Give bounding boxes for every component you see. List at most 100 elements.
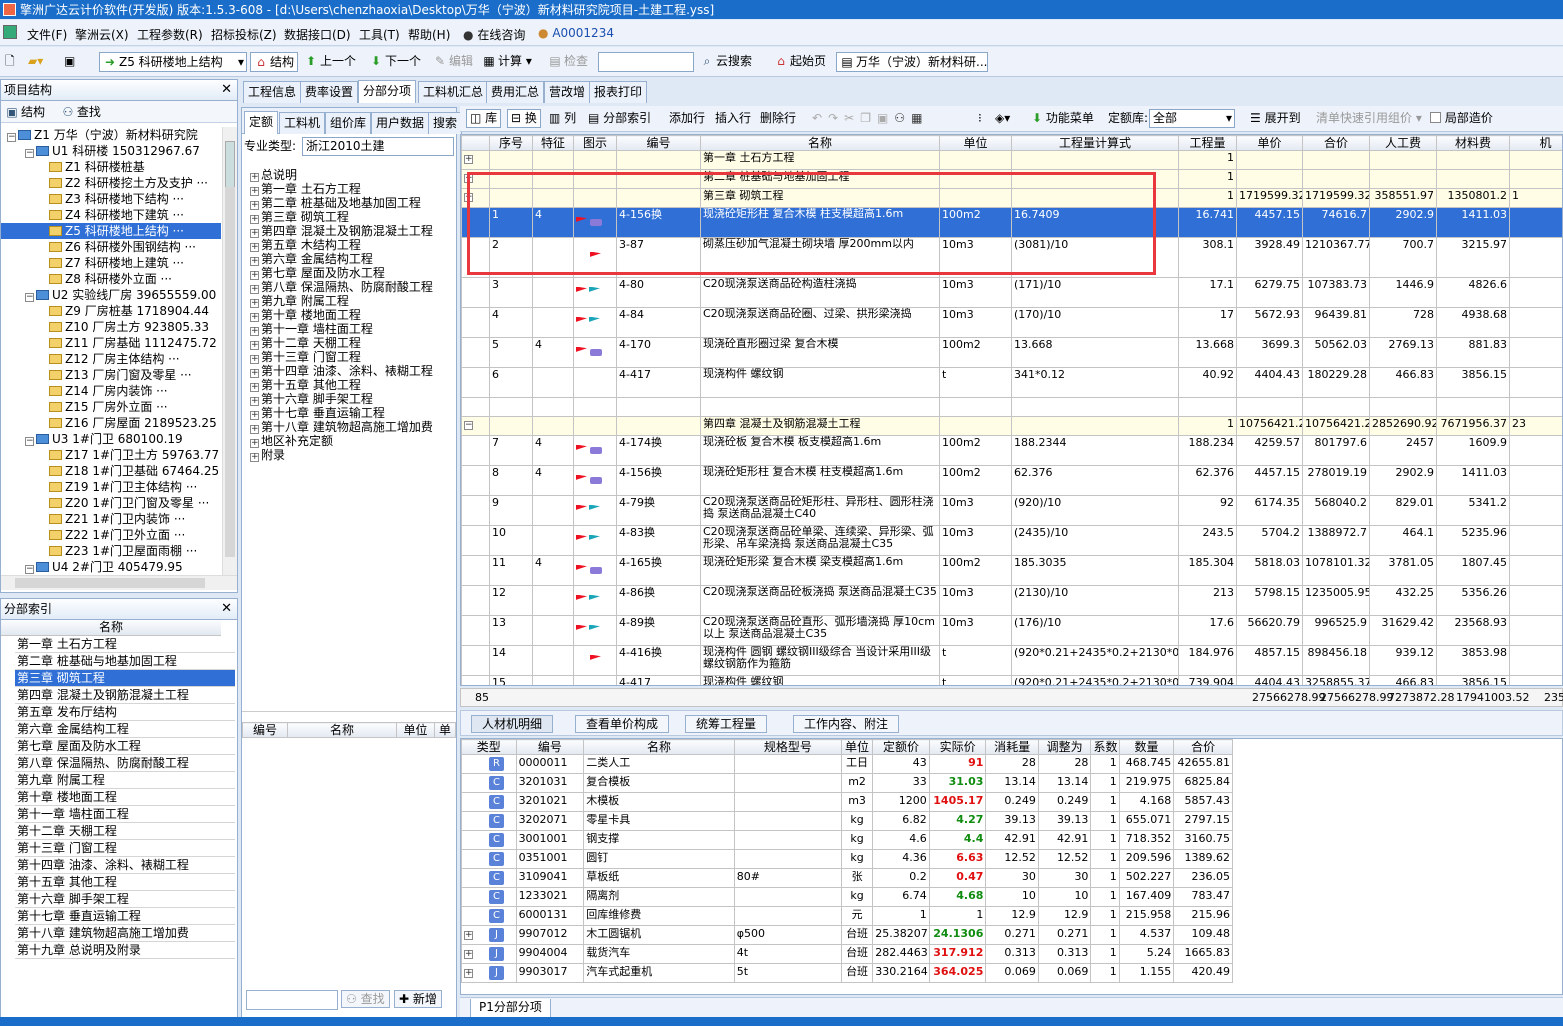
cell-type[interactable]: C xyxy=(461,887,517,907)
cell-code[interactable]: 3001001 xyxy=(515,830,585,850)
cell-qty[interactable]: 1 xyxy=(1178,150,1237,170)
tree-node[interactable]: Z20 1#门卫门窗及零星 ··· xyxy=(1,495,221,511)
cell-k[interactable]: 1 xyxy=(1090,887,1120,907)
cell-icon[interactable] xyxy=(573,495,617,526)
cell-mat[interactable]: 1807.45 xyxy=(1436,555,1510,586)
grid-row[interactable]: 14 4-416换 现浇构件 圆钢 螺纹钢III级综合 当设计采用III级螺纹钢筋作… xyxy=(461,645,1562,676)
partial-cost-checkbox[interactable]: 局部造价 xyxy=(1430,106,1493,131)
cell-mat[interactable]: 4826.6 xyxy=(1436,277,1510,308)
expand-icon[interactable]: + xyxy=(250,383,259,392)
cell-sum[interactable]: 420.49 xyxy=(1173,963,1233,983)
cell-qty[interactable]: 167.409 xyxy=(1118,887,1175,907)
cell-mat[interactable]: 5356.26 xyxy=(1436,585,1510,616)
cell-type[interactable]: C xyxy=(461,868,517,888)
cell-name[interactable]: 圆钉 xyxy=(583,849,735,869)
resource-col-header[interactable]: 定额价 xyxy=(872,739,930,755)
cell-total[interactable]: 801797.6 xyxy=(1302,435,1370,466)
resource-col-header[interactable]: 类型 xyxy=(461,739,517,755)
cell-qty[interactable]: 1.155 xyxy=(1118,963,1175,983)
grid-row[interactable]: 12 4-86换 C20现浇泵送商品砼板浇捣 泵送商品混凝土C35 10m3 (2130… xyxy=(461,585,1562,616)
function-menu-button[interactable]: ⬇ 功能菜单 xyxy=(1032,106,1094,131)
cell-qty[interactable]: 92 xyxy=(1178,495,1237,526)
cell-sum[interactable]: 3160.75 xyxy=(1173,830,1233,850)
resource-row[interactable]: C 3109041 草板纸 80# 张 0.2 0.47 30 30 1 502.227 236.05 xyxy=(461,868,1233,888)
grid-row[interactable]: 3 4-80 C20现浇泵送商品砼构造柱浇捣 10m3 (171)/10 17.1 6279… xyxy=(461,277,1562,308)
cell-total[interactable]: 180229.28 xyxy=(1302,367,1370,398)
cell-cons[interactable]: 0.069 xyxy=(985,963,1039,983)
cell-price[interactable]: 5704.2 xyxy=(1236,525,1303,556)
index-item[interactable]: 第八章 保温隔热、防腐耐酸工程 xyxy=(15,755,235,772)
cell-unit[interactable]: 工日 xyxy=(840,754,874,774)
cell-icon[interactable] xyxy=(573,367,617,398)
cell-k[interactable]: 1 xyxy=(1090,754,1120,774)
cell-total[interactable]: 1078101.32 xyxy=(1302,555,1370,586)
grid-col-header[interactable]: 序号 xyxy=(489,135,533,151)
cell-labor[interactable]: 2902.9 xyxy=(1369,207,1437,238)
cell-feat[interactable] xyxy=(532,585,574,616)
tree-node[interactable]: Z18 1#门卫基础 67464.25 xyxy=(1,463,221,479)
cell-k[interactable]: 1 xyxy=(1090,925,1120,945)
cell-cons[interactable]: 28 xyxy=(985,754,1039,774)
cell-no[interactable]: 15 xyxy=(489,675,533,685)
expand-icon[interactable]: + xyxy=(464,155,473,164)
cell-labor[interactable]: 464.1 xyxy=(1369,525,1437,556)
cell-price[interactable]: 4457.15 xyxy=(1236,207,1303,238)
grid-row[interactable]: 11 4 4-165换 现浇砼矩形梁 复合木模 梁支模超高1.6m 100m2 185.3… xyxy=(461,555,1562,586)
cell-code[interactable]: 9904004 xyxy=(515,944,585,964)
cell-adj[interactable]: 12.52 xyxy=(1037,849,1092,869)
chapter-node[interactable]: + 第六章 金属结构工程 xyxy=(250,252,456,266)
expand-icon[interactable]: + xyxy=(464,969,473,978)
cell-name[interactable]: C20现浇泵送商品砼单梁、连续梁、异形梁、弧形梁、吊车梁浇捣 泵送商品混凝土C3… xyxy=(700,525,940,556)
tab-work-content[interactable]: 工作内容、附注 xyxy=(793,715,900,733)
cell-code[interactable]: 4-170 xyxy=(616,337,701,368)
cell-code[interactable]: 0000011 xyxy=(515,754,585,774)
cell-price[interactable]: 4857.15 xyxy=(1236,645,1303,676)
cell-price[interactable]: 4259.57 xyxy=(1236,435,1303,466)
cell-cons[interactable]: 0.313 xyxy=(985,944,1039,964)
menu-tools[interactable]: 工具(T) xyxy=(359,26,400,43)
expand-icon[interactable]: + xyxy=(464,931,473,940)
tree-node[interactable]: Z8 科研楼外立面 ··· xyxy=(1,271,221,287)
index-item[interactable]: 第十七章 垂直运输工程 xyxy=(15,908,235,925)
cell-price[interactable] xyxy=(1236,169,1303,189)
tab-sections[interactable]: 分部分项 xyxy=(358,80,417,103)
next-button[interactable]: ⬇ 下一个 xyxy=(369,52,421,72)
cell-no[interactable]: 6 xyxy=(489,367,533,398)
close-icon[interactable]: ✕ xyxy=(221,80,232,100)
cell-labor[interactable]: 939.12 xyxy=(1369,645,1437,676)
cell-price[interactable]: 56620.79 xyxy=(1236,615,1303,646)
cell-adj[interactable]: 12.9 xyxy=(1037,906,1092,926)
search-input[interactable] xyxy=(598,52,694,72)
index-item[interactable]: 第十四章 油漆、涂料、裱糊工程 xyxy=(15,857,235,874)
cell-spec[interactable] xyxy=(733,792,842,812)
cell-icon[interactable] xyxy=(573,277,617,308)
cell-unit[interactable]: kg xyxy=(840,849,874,869)
tree-node[interactable]: Z9 厂房桩基 1718904.44 xyxy=(1,303,221,319)
cell-mat[interactable]: 1350801.2 xyxy=(1436,188,1510,208)
cell-sum[interactable]: 215.96 xyxy=(1173,906,1233,926)
chapter-node[interactable]: + 第七章 屋面及防水工程 xyxy=(250,266,456,280)
chapter-node[interactable]: + 第十四章 油漆、涂料、裱糊工程 xyxy=(250,364,456,378)
cell-k[interactable]: 1 xyxy=(1090,963,1120,983)
cell-base[interactable]: 33 xyxy=(872,773,930,793)
expand-icon[interactable]: + xyxy=(250,299,259,308)
quota-lib-select[interactable]: 全部 ▾ xyxy=(1149,109,1235,128)
index-item[interactable]: 第十九章 总说明及附录 xyxy=(15,942,235,959)
cell-spec[interactable]: 5t xyxy=(733,963,842,983)
grid-col-header[interactable]: 单位 xyxy=(939,135,1012,151)
cell-type[interactable]: C xyxy=(461,906,517,926)
grid-row[interactable]: 9 4-79换 C20现浇泵送商品砼矩形柱、异形柱、圆形柱浇捣 泵送商品混凝土C40… xyxy=(461,495,1562,526)
expand-to-button[interactable]: ☰ 展开到 xyxy=(1250,106,1301,131)
cell-code[interactable]: 4-174换 xyxy=(616,435,701,466)
cell-formula[interactable]: 185.3035 xyxy=(1011,555,1179,586)
cell-spec[interactable]: φ500 xyxy=(733,925,842,945)
resource-row[interactable]: R 0000011 二类人工 工日 43 91 28 28 1 468.745 42655.81 xyxy=(461,754,1233,774)
resource-row[interactable]: C 3201031 复合模板 m2 33 31.03 13.14 13.14 1 219.975 6… xyxy=(461,773,1233,793)
cell-real[interactable]: 24.1306 xyxy=(928,925,987,945)
chapter-node[interactable]: + 第十三章 门窗工程 xyxy=(250,350,456,364)
cell-qty[interactable]: 243.5 xyxy=(1178,525,1237,556)
chapter-node[interactable]: + 附录 xyxy=(250,448,456,462)
cell-mat[interactable]: 3215.97 xyxy=(1436,237,1510,278)
chapter-node[interactable]: + 第三章 砌筑工程 xyxy=(250,210,456,224)
expand-icon[interactable]: + xyxy=(250,369,259,378)
